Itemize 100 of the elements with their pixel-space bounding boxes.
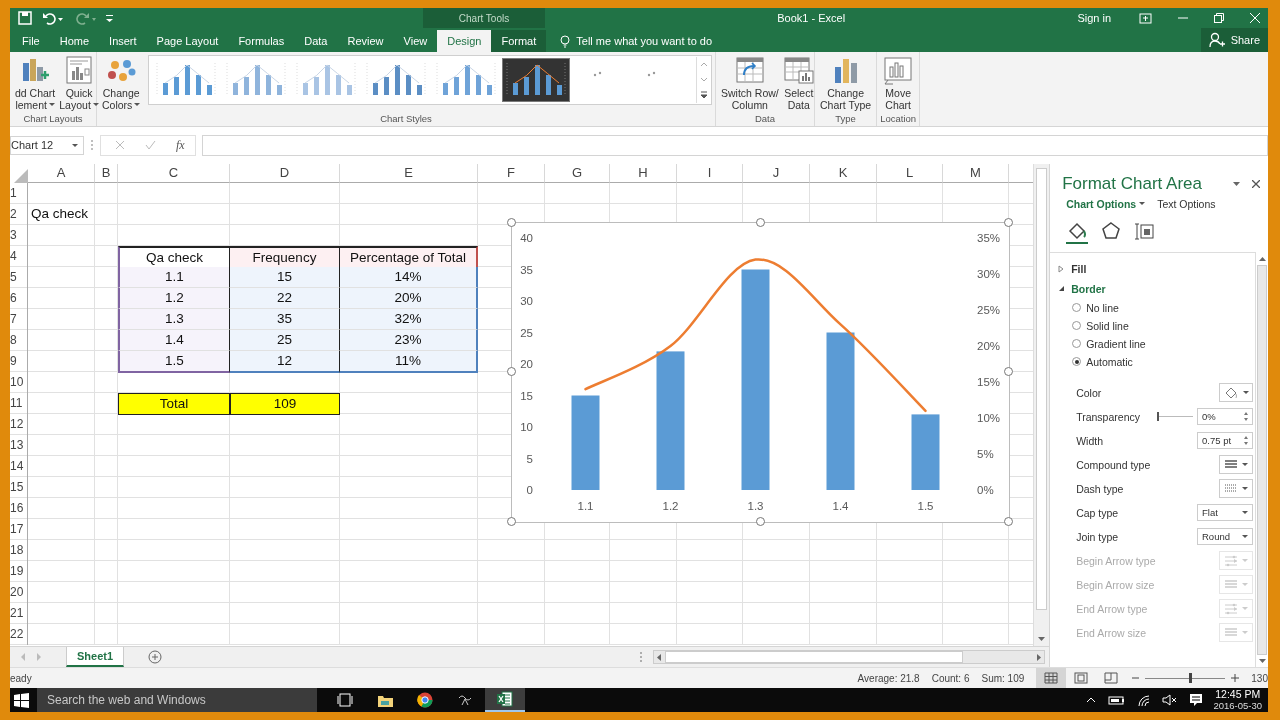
scroll-left-icon[interactable] bbox=[657, 653, 662, 661]
resize-handle[interactable] bbox=[755, 516, 765, 526]
row-header[interactable]: 7 bbox=[10, 308, 28, 330]
save-icon[interactable] bbox=[18, 11, 32, 25]
sheet-tab[interactable]: Sheet1 bbox=[66, 647, 125, 667]
caret-icon[interactable] bbox=[72, 143, 78, 147]
row-header[interactable]: 2 bbox=[10, 203, 28, 225]
ribbon-tab[interactable]: Review bbox=[337, 30, 394, 52]
select-data-button[interactable]: Select Data bbox=[780, 55, 817, 111]
row-header[interactable]: 9 bbox=[10, 350, 28, 373]
ribbon-tab[interactable]: Formulas bbox=[228, 30, 295, 52]
share-button[interactable]: Share bbox=[1200, 28, 1268, 52]
row-header[interactable]: 22 bbox=[10, 623, 28, 645]
ribbon-tab[interactable]: File bbox=[12, 30, 50, 52]
row-header[interactable]: 11 bbox=[10, 392, 28, 415]
caret-icon[interactable] bbox=[1241, 463, 1248, 467]
line-series[interactable] bbox=[584, 258, 927, 412]
vertical-scrollbar[interactable] bbox=[1033, 163, 1050, 646]
scroll-right-icon[interactable] bbox=[1037, 653, 1042, 661]
table-cell[interactable]: 11% bbox=[340, 350, 478, 373]
row-header[interactable]: 14 bbox=[10, 455, 28, 477]
table-cell[interactable]: Frequency bbox=[230, 245, 340, 270]
row-header[interactable]: 12 bbox=[10, 413, 28, 435]
add-sheet-icon[interactable] bbox=[148, 650, 163, 664]
ribbon-tab[interactable]: Page Layout bbox=[146, 30, 229, 52]
row-header[interactable]: 21 bbox=[10, 602, 28, 624]
table-cell[interactable]: 35 bbox=[230, 308, 340, 330]
zoom-out-icon[interactable] bbox=[1132, 674, 1140, 682]
zoom-in-icon[interactable] bbox=[1231, 674, 1240, 682]
view-button[interactable] bbox=[1036, 668, 1067, 688]
ribbon-tab[interactable]: Format bbox=[491, 30, 547, 52]
table-cell[interactable]: 22 bbox=[230, 287, 340, 309]
column-header[interactable]: B bbox=[95, 163, 118, 183]
row-header[interactable]: 10 bbox=[10, 371, 28, 393]
quick-layout-button[interactable]: Quick Layout bbox=[57, 55, 101, 111]
notifications-icon[interactable] bbox=[1189, 693, 1204, 707]
column-header[interactable]: L bbox=[877, 163, 943, 183]
row-header[interactable]: 1 bbox=[10, 182, 28, 204]
switch-row-column-button[interactable]: Switch Row/ Column bbox=[719, 55, 781, 111]
scroll-down-icon[interactable] bbox=[1258, 659, 1266, 663]
table-cell[interactable]: 1.4 bbox=[118, 329, 230, 351]
column-header[interactable]: E bbox=[340, 163, 478, 183]
ribbon-tab[interactable]: Home bbox=[49, 30, 100, 52]
row-header[interactable]: 15 bbox=[10, 476, 28, 498]
add-chart-element-button[interactable]: dd Chart lement bbox=[13, 55, 58, 111]
spin-field[interactable]: 0.75 pt bbox=[1197, 432, 1253, 450]
row-header[interactable]: 17 bbox=[10, 518, 28, 540]
resize-handle[interactable] bbox=[1004, 516, 1013, 526]
column-header[interactable]: J bbox=[743, 163, 810, 183]
radio-label[interactable]: Gradient line bbox=[1086, 337, 1146, 350]
windows-start-icon[interactable] bbox=[14, 692, 29, 708]
insert-function-button[interactable]: fx bbox=[176, 137, 185, 153]
caret-icon[interactable] bbox=[1241, 487, 1248, 491]
column-header[interactable]: F bbox=[478, 163, 545, 183]
row-header[interactable]: 6 bbox=[10, 287, 28, 309]
horizontal-scrollbar[interactable] bbox=[653, 650, 1046, 664]
dropdown-field[interactable]: Round bbox=[1197, 528, 1253, 546]
customize-toolbar-icon[interactable] bbox=[106, 13, 113, 23]
table-cell[interactable]: 14% bbox=[340, 266, 478, 288]
caret-icon[interactable] bbox=[92, 102, 99, 106]
tell-me-search[interactable]: Tell me what you want to do bbox=[546, 30, 721, 52]
name-box[interactable]: Chart 12 bbox=[10, 135, 84, 155]
table-cell[interactable]: 12 bbox=[230, 350, 340, 373]
options-tab[interactable]: Text Options bbox=[1157, 197, 1216, 210]
chart-style-thumbnail[interactable] bbox=[502, 58, 571, 102]
row-header[interactable]: 3 bbox=[10, 224, 28, 246]
pane-scrollbar[interactable] bbox=[1255, 252, 1268, 667]
close-icon[interactable] bbox=[1252, 179, 1260, 188]
row-header[interactable]: 8 bbox=[10, 329, 28, 351]
spinner-icon[interactable] bbox=[1244, 436, 1248, 446]
color-picker[interactable] bbox=[1219, 383, 1253, 403]
clock-time[interactable]: 12:45 PM bbox=[1215, 689, 1261, 700]
row-header[interactable]: 16 bbox=[10, 497, 28, 519]
caret-icon[interactable] bbox=[1233, 181, 1240, 186]
caret-icon[interactable] bbox=[134, 102, 141, 106]
spin-field[interactable]: 0% bbox=[1197, 408, 1253, 426]
column-header[interactable]: A bbox=[28, 163, 95, 183]
table-cell[interactable]: 20% bbox=[340, 287, 478, 309]
table-cell[interactable]: 1.5 bbox=[118, 350, 230, 373]
undo-icon[interactable] bbox=[42, 11, 64, 25]
sign-in-link[interactable]: Sign in bbox=[1077, 12, 1111, 24]
ribbon-tab[interactable]: View bbox=[393, 30, 438, 52]
resize-handle[interactable] bbox=[507, 217, 516, 227]
column-header[interactable]: K bbox=[810, 163, 877, 183]
options-tab[interactable]: Chart Options bbox=[1066, 197, 1146, 210]
column-header[interactable]: C bbox=[118, 163, 230, 183]
scroll-up-icon[interactable] bbox=[1258, 256, 1266, 261]
row-header[interactable]: 19 bbox=[10, 560, 28, 582]
spinner-icon[interactable] bbox=[1244, 412, 1248, 422]
resize-handle[interactable] bbox=[1004, 367, 1013, 377]
row-header[interactable]: 13 bbox=[10, 434, 28, 456]
row-header[interactable]: 18 bbox=[10, 539, 28, 561]
column-header[interactable]: I bbox=[677, 163, 743, 183]
speaker-muted-icon[interactable] bbox=[1162, 693, 1178, 707]
resize-handle[interactable] bbox=[1004, 217, 1013, 227]
table-cell[interactable]: 23% bbox=[340, 329, 478, 351]
table-cell[interactable]: 109 bbox=[230, 392, 340, 415]
table-cell[interactable]: Total bbox=[118, 392, 230, 415]
taskbar-app[interactable] bbox=[485, 688, 525, 712]
table-cell[interactable]: Percentage of Total bbox=[340, 245, 478, 270]
